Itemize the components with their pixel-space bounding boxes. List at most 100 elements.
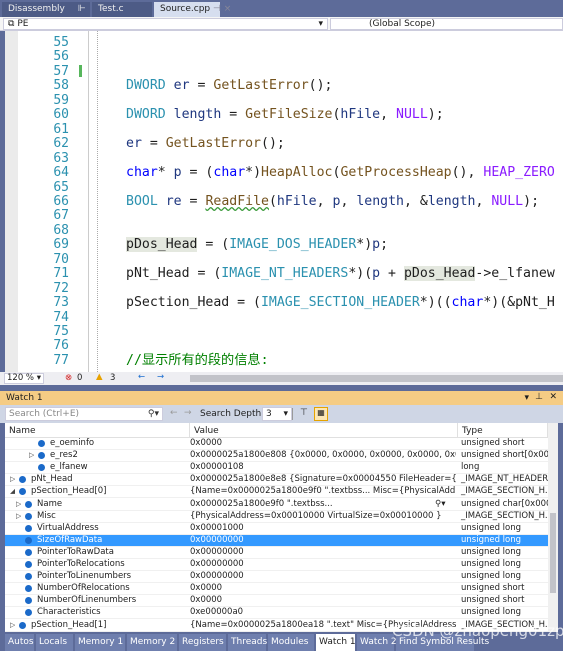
watch-name: pSection_Head[1] <box>31 619 107 630</box>
column-header-name[interactable]: Name <box>5 423 190 438</box>
watch-row[interactable]: ▷ pNt_Head 0x0000025a1800e8e8 {Signature=0… <box>5 474 548 487</box>
back-arrow-icon[interactable]: ← <box>170 408 178 418</box>
watch-row[interactable]: NumberOfRelocations 0x0000 unsigned short <box>5 583 548 596</box>
zoom-dropdown[interactable]: 120 % ▾ <box>4 373 44 384</box>
expand-arrow-icon[interactable]: ▷ <box>10 620 15 631</box>
column-label: Name <box>9 426 36 436</box>
search-depth-dropdown[interactable]: 3 ▾ <box>262 407 292 421</box>
watch-row[interactable]: SizeOfRawData 0x00000000 unsigned long <box>5 534 548 547</box>
watch-row[interactable]: PointerToRawData 0x00000000 unsigned long <box>5 547 548 559</box>
watch-value[interactable]: 0x00001000 <box>190 523 456 534</box>
tab-registers[interactable]: Registers <box>179 634 226 651</box>
pin-icon[interactable]: ⊣ <box>213 4 221 14</box>
line-number: 68 <box>53 222 69 238</box>
line-number: 55 <box>53 35 69 50</box>
expand-arrow-icon[interactable]: ▷ <box>29 450 34 461</box>
code-editor[interactable]: 55 56 57 58 DWORD er = GetLastError(); 59 60 DW… <box>5 31 563 372</box>
warning-icon[interactable]: ▲ <box>96 372 103 382</box>
search-icon[interactable]: ⚲▾ <box>148 409 159 419</box>
pin-icon[interactable]: ⊥ <box>535 392 543 402</box>
watch-value[interactable]: 0x00000000 <box>190 535 456 546</box>
watch-value[interactable]: {PhysicalAddress=0x00010000 VirtualSize=… <box>190 511 456 522</box>
line-number: 67 <box>53 208 69 224</box>
close-icon[interactable]: × <box>224 4 232 14</box>
tab-source-cpp[interactable]: Source.cpp ⊣ × <box>154 2 231 17</box>
tab-locals[interactable]: Locals <box>36 634 73 651</box>
tab-label: Disassembly <box>8 4 65 14</box>
forward-arrow-icon[interactable]: → <box>184 408 192 418</box>
watch-value[interactable]: 0x00000000 <box>190 547 456 558</box>
watch-row[interactable]: e_lfanew 0x00000108 long <box>5 462 548 475</box>
tab-memory-2[interactable]: Memory 2 <box>127 634 177 651</box>
forward-arrow-icon[interactable]: → <box>157 372 164 382</box>
dropdown-icon[interactable]: ▾ <box>524 393 529 403</box>
watch-value[interactable]: 0xe00000a0 <box>190 607 456 618</box>
watch-type: unsigned long <box>461 546 522 557</box>
watch-toolbar: Search (Ctrl+E) ⚲▾ ← → Search Depth: 3 ▾ ⊤… <box>0 405 563 423</box>
code-line: DWORD length = GetFileSize(hFile, NULL); <box>126 107 444 123</box>
watch-value[interactable]: 0x00000108 <box>190 462 456 473</box>
watch-value[interactable]: 0x0000 <box>190 583 456 594</box>
column-header-type[interactable]: Type <box>458 423 548 438</box>
watch-value[interactable]: 0x0000025a1800e8e8 {Signature=0x00004550… <box>190 474 456 485</box>
close-icon[interactable]: ✕ <box>549 392 557 402</box>
vertical-scrollbar[interactable] <box>548 423 558 632</box>
collapse-arrow-icon[interactable]: ◢ <box>10 486 15 497</box>
object-icon <box>25 512 32 520</box>
error-icon[interactable]: ⊗ <box>65 373 72 383</box>
tab-watch-1[interactable]: Watch 1 <box>316 634 356 651</box>
watch-row[interactable]: VirtualAddress 0x00001000 unsigned long <box>5 523 548 535</box>
watch-type: unsigned long <box>461 559 522 569</box>
watch-value[interactable]: {Name=0x0000025a1800e9f0 ".textbss... Mi… <box>190 486 456 497</box>
tab-label: Test.c <box>98 4 124 14</box>
project-icon: ⧉ <box>8 19 15 29</box>
warning-count: 3 <box>110 373 116 383</box>
scrollbar-thumb[interactable] <box>550 513 556 593</box>
hex-display-toggle[interactable]: ▦ <box>314 407 328 421</box>
document-tab-bar: Disassembly ⊩ Test.c Source.cpp ⊣ × <box>0 0 563 17</box>
line-number: 60 <box>53 107 69 123</box>
text-visualizer-icon[interactable]: ⚲▾ <box>435 499 446 510</box>
column-header-value[interactable]: Value <box>190 423 458 438</box>
watch-value[interactable]: 0x0000 <box>190 438 456 449</box>
pin-icon[interactable]: ⊩ <box>78 4 86 14</box>
tab-threads[interactable]: Threads <box>228 634 267 651</box>
expand-arrow-icon[interactable]: ▷ <box>10 474 15 485</box>
watch-value[interactable]: 0x00000000 <box>190 559 456 570</box>
tab-disassembly[interactable]: Disassembly ⊩ <box>2 2 90 17</box>
watch-value[interactable]: 0x00000000 <box>190 571 456 582</box>
watch-row[interactable]: ▷ Misc {PhysicalAddress=0x00010000 Virtual… <box>5 511 548 523</box>
watch-value[interactable]: 0x0000 <box>190 595 456 606</box>
horizontal-scrollbar[interactable] <box>190 375 563 382</box>
tab-autos[interactable]: Autos <box>5 634 34 651</box>
watch-row[interactable]: ▷ e_res2 0x0000025a1800e808 {0x0000, 0x000… <box>5 450 548 463</box>
watermark: CSDN @zhaopeng01zp <box>392 622 563 640</box>
tab-watch-2[interactable]: Watch 2 <box>357 634 397 651</box>
watch-row[interactable]: PointerToRelocations 0x00000000 unsigned l… <box>5 559 548 572</box>
watch-value[interactable]: 0x0000025a1800e808 {0x0000, 0x0000, 0x00… <box>190 450 456 461</box>
watch-row[interactable]: Characteristics 0xe00000a0 unsigned long <box>5 607 548 620</box>
object-icon <box>19 476 26 484</box>
search-input[interactable]: Search (Ctrl+E) ⚲▾ <box>5 407 163 421</box>
error-count: 0 <box>77 373 83 383</box>
watch-grid: Name Value Type e_oeminfo 0x0000 unsigned … <box>5 423 558 632</box>
back-arrow-icon[interactable]: ← <box>138 372 145 382</box>
pin-property-icon[interactable]: ⊤ <box>300 408 308 418</box>
column-label: Type <box>462 426 483 436</box>
project-dropdown[interactable]: ⧉ PE ▾ <box>3 18 328 30</box>
object-icon <box>25 573 32 581</box>
watch-row[interactable]: e_oeminfo 0x0000 unsigned short <box>5 438 548 451</box>
watch-value[interactable]: 0x0000025a1800e9f0 ".textbss... <box>190 499 456 510</box>
watch-row[interactable]: PointerToLinenumbers 0x00000000 unsigned l… <box>5 571 548 584</box>
watch-row[interactable]: ▷ Name 0x0000025a1800e9f0 ".textbss... ⚲▾ un… <box>5 499 548 511</box>
watch-row[interactable]: NumberOfLinenumbers 0x0000 unsigned short <box>5 595 548 608</box>
tab-memory-1[interactable]: Memory 1 <box>75 634 125 651</box>
tab-modules[interactable]: Modules <box>268 634 314 651</box>
line-number: 63 <box>53 150 69 166</box>
watch-name: SizeOfRawData <box>37 534 103 545</box>
expand-arrow-icon[interactable]: ▷ <box>16 499 21 510</box>
scope-dropdown[interactable]: (Global Scope) <box>330 18 563 30</box>
tab-test-c[interactable]: Test.c <box>92 2 152 17</box>
watch-row[interactable]: ◢ pSection_Head[0] {Name=0x0000025a1800e9f… <box>5 486 548 499</box>
expand-arrow-icon[interactable]: ▷ <box>16 511 21 522</box>
